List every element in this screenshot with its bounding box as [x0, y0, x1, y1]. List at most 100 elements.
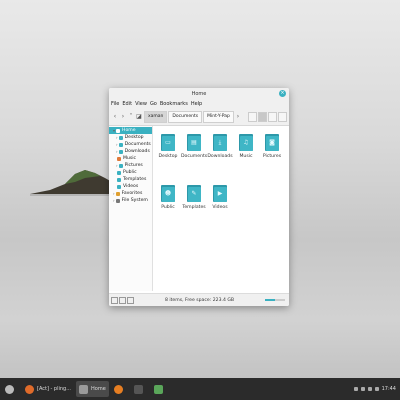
- folder-pictures[interactable]: ◙ Pictures: [259, 134, 285, 159]
- mint-menu-icon: [5, 384, 14, 394]
- breadcrumb-documents[interactable]: Documents: [168, 110, 203, 123]
- icon-view-icon[interactable]: [258, 111, 267, 122]
- statusbar: 8 items, Free space: 223.4 GB: [109, 293, 289, 306]
- menu-go[interactable]: Go: [150, 101, 157, 107]
- folder-symbol: ♫: [243, 139, 249, 146]
- sidebar-expander[interactable]: ›: [116, 149, 118, 154]
- folder-templates[interactable]: ✎ Templates: [181, 185, 207, 210]
- folder-label: Videos: [212, 205, 228, 210]
- forward-arrow-icon[interactable]: ›: [119, 112, 127, 121]
- compact-view-icon[interactable]: [278, 111, 287, 122]
- menu-bookmarks[interactable]: Bookmarks: [160, 101, 188, 107]
- pictures-folder-icon: ◙: [265, 134, 279, 151]
- folder-label: Documents: [181, 154, 208, 159]
- templates-folder-icon: ✎: [187, 185, 201, 202]
- sidebar-item-desktop[interactable]: › Desktop: [109, 134, 152, 141]
- sidebar-item-public[interactable]: Public: [109, 169, 152, 176]
- taskbar: [Act] - pling... Home 17:44: [0, 378, 400, 400]
- folder-symbol: ⤓: [218, 139, 222, 146]
- breadcrumb-mint[interactable]: Mint-Y-Pap: [203, 110, 234, 123]
- notifications-icon[interactable]: [374, 387, 379, 391]
- list-view-icon[interactable]: [268, 111, 277, 122]
- island-wallpaper-image: [30, 170, 120, 196]
- menubar: File Edit View Go Bookmarks Help: [109, 100, 289, 108]
- toggle-location-icon[interactable]: ◪: [135, 112, 143, 121]
- sidebar-item-pictures[interactable]: › Pictures: [109, 162, 152, 169]
- sidebar-expander[interactable]: ›: [116, 163, 118, 168]
- sidebar-item-videos[interactable]: Videos: [109, 183, 152, 190]
- launcher-files[interactable]: [151, 381, 169, 397]
- search-icon[interactable]: [248, 111, 257, 122]
- sidebar-item-filesystem[interactable]: › File System: [109, 197, 152, 204]
- taskbar-app-label: Home: [91, 386, 106, 392]
- taskbar-app-browser[interactable]: [Act] - pling...: [22, 381, 74, 397]
- launcher-firefox[interactable]: [111, 381, 129, 397]
- status-text: 8 items, Free space: 223.4 GB: [164, 297, 235, 303]
- file-manager-window: Home × File Edit View Go Bookmarks Help …: [109, 88, 289, 306]
- sidebar-toggle-buttons: [111, 296, 134, 304]
- folder-public[interactable]: ☻ Public: [155, 185, 181, 210]
- folder-downloads[interactable]: ⤓ Downloads: [207, 134, 233, 159]
- folder-desktop[interactable]: ▭ Desktop: [155, 134, 181, 159]
- sidebar-expander[interactable]: ▾: [113, 128, 115, 133]
- sidebar-expander[interactable]: ›: [116, 142, 118, 147]
- folder-music[interactable]: ♫ Music: [233, 134, 259, 159]
- system-tray: 17:44: [353, 386, 400, 392]
- launcher-terminal[interactable]: [131, 381, 149, 397]
- breadcrumb-next-icon[interactable]: ›: [234, 112, 242, 121]
- up-arrow-icon[interactable]: ˄: [127, 112, 135, 121]
- sidebar-item-label: File System: [121, 198, 148, 203]
- sidebar-item-label: Music: [123, 156, 137, 161]
- videos-folder-icon: ▶: [213, 185, 227, 202]
- tree-toggle-icon[interactable]: [119, 296, 126, 304]
- menu-view[interactable]: View: [135, 101, 147, 107]
- sidebar-item-label: Templates: [123, 177, 147, 182]
- zoom-fill: [265, 299, 275, 301]
- folder-symbol: ✎: [191, 190, 197, 197]
- close-icon[interactable]: ×: [279, 90, 286, 97]
- menu-file[interactable]: File: [111, 101, 119, 107]
- sidebar-expander[interactable]: ›: [116, 135, 118, 140]
- zoom-slider[interactable]: [265, 299, 285, 301]
- taskbar-app-label: [Act] - pling...: [37, 386, 71, 392]
- sidebar-item-label: Public: [123, 170, 137, 175]
- volume-icon[interactable]: [360, 387, 365, 391]
- pictures-icon: [118, 163, 123, 168]
- folder-videos[interactable]: ▶ Videos: [207, 185, 233, 210]
- folder-label: Templates: [182, 205, 206, 210]
- sidebar-expander[interactable]: ›: [113, 198, 115, 203]
- folder-label: Downloads: [207, 154, 233, 159]
- downloads-folder-icon: ⤓: [213, 134, 227, 151]
- clock[interactable]: 17:44: [382, 386, 396, 392]
- sidebar-item-favorites[interactable]: › Favorites: [109, 190, 152, 197]
- folder-symbol: ▶: [217, 190, 223, 197]
- menu-edit[interactable]: Edit: [122, 101, 132, 107]
- sidebar-item-label: Pictures: [124, 163, 143, 168]
- documents-icon: [118, 142, 123, 147]
- places-toggle-icon[interactable]: [111, 296, 118, 304]
- folder-symbol: ▤: [191, 139, 197, 146]
- sidebar-item-templates[interactable]: Templates: [109, 176, 152, 183]
- sidebar-item-home[interactable]: ▾ Home: [109, 127, 152, 134]
- breadcrumb-home[interactable]: xaman: [144, 110, 168, 123]
- folder-label: Public: [161, 205, 175, 210]
- sidebar-item-label: Home: [122, 128, 136, 133]
- back-arrow-icon[interactable]: ‹: [111, 112, 119, 121]
- battery-icon[interactable]: [367, 387, 372, 391]
- folder-label: Music: [239, 154, 253, 159]
- window-titlebar[interactable]: Home ×: [109, 88, 289, 100]
- menu-help[interactable]: Help: [191, 101, 202, 107]
- sidebar-item-downloads[interactable]: › Downloads: [109, 148, 152, 155]
- sidebar-item-label: Downloads: [124, 149, 150, 154]
- sidebar-item-music[interactable]: Music: [109, 155, 152, 162]
- menu-button[interactable]: [2, 381, 20, 397]
- sidebar-expander[interactable]: ›: [113, 191, 115, 196]
- taskbar-app-files[interactable]: Home: [76, 381, 109, 397]
- documents-folder-icon: ▤: [187, 134, 201, 151]
- hide-sidebar-icon[interactable]: [127, 296, 134, 304]
- folder-label: Pictures: [262, 154, 282, 159]
- network-icon[interactable]: [353, 387, 358, 391]
- folder-documents[interactable]: ▤ Documents: [181, 134, 207, 159]
- folder-symbol: ☻: [164, 190, 172, 197]
- sidebar-item-documents[interactable]: › Documents: [109, 141, 152, 148]
